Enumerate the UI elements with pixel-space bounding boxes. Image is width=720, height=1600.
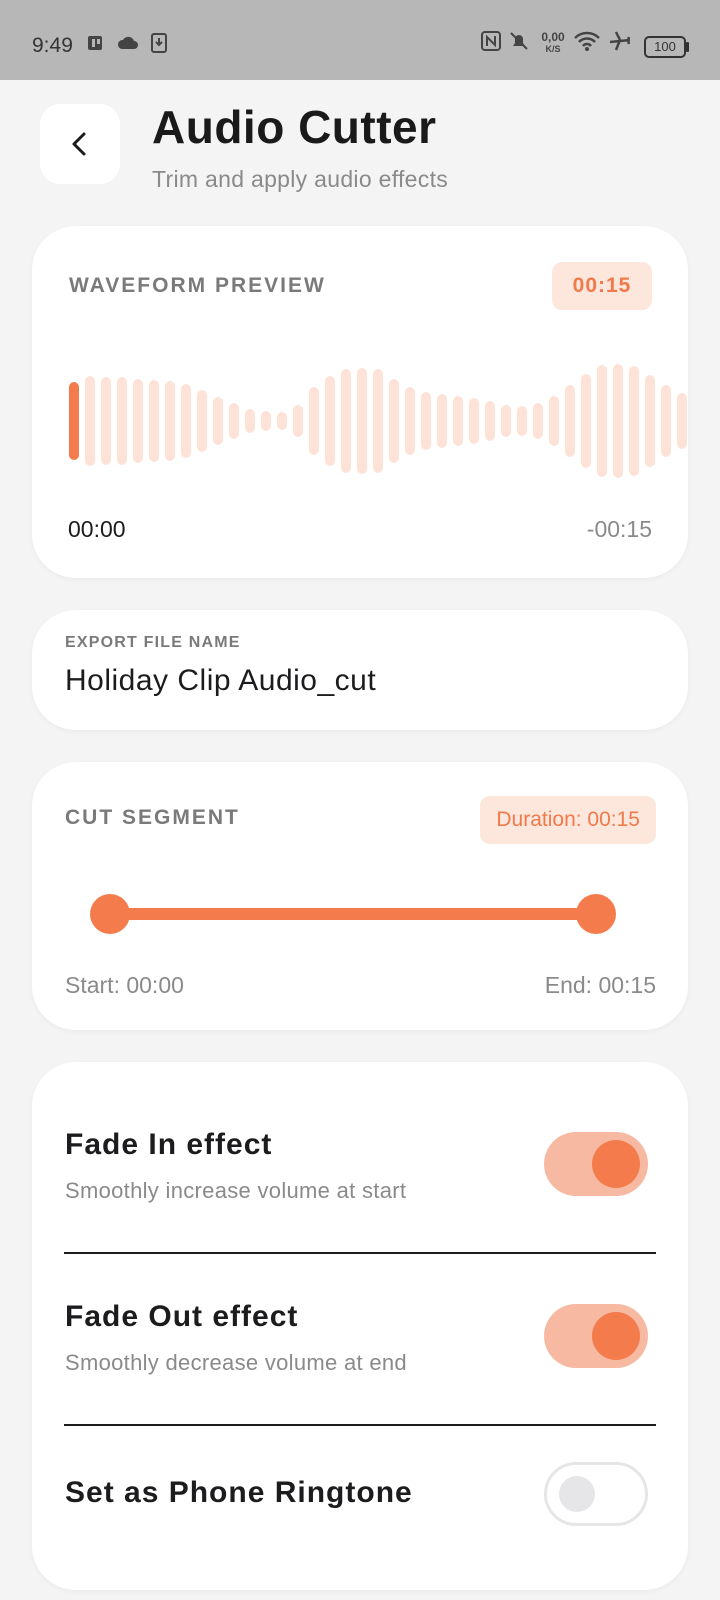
network-speed-value: 0,00 xyxy=(541,30,565,44)
ringtone-toggle[interactable] xyxy=(544,1462,648,1526)
battery-indicator: 100 xyxy=(644,36,686,58)
cut-segment-label: CUT SEGMENT xyxy=(65,806,240,829)
page-subtitle: Trim and apply audio effects xyxy=(152,166,449,192)
nfc-icon xyxy=(481,31,501,51)
waveform-bar xyxy=(405,387,415,455)
waveform-bar xyxy=(629,366,639,476)
fade-out-toggle[interactable] xyxy=(544,1304,648,1368)
back-button[interactable] xyxy=(40,104,120,184)
waveform-bar xyxy=(293,405,303,437)
effects-card: Fade In effect Smoothly increase volume … xyxy=(32,1062,688,1590)
waveform-bar xyxy=(469,398,479,444)
waveform-bar xyxy=(389,379,399,463)
waveform-bar xyxy=(261,411,271,431)
fade-out-title: Fade Out effect xyxy=(65,1300,299,1333)
wifi-icon xyxy=(574,31,600,51)
waveform-card: WAVEFORM PREVIEW 00:15 00:00 -00:15 xyxy=(32,226,688,578)
waveform-bar xyxy=(533,403,543,439)
battery-level: 100 xyxy=(654,39,676,54)
waveform-bar xyxy=(453,396,463,446)
toggle-knob xyxy=(592,1312,640,1360)
waveform-bar xyxy=(645,375,655,467)
waveform-bar xyxy=(309,387,319,455)
battery-tip xyxy=(686,42,689,52)
network-speed: 0,00 K/S xyxy=(538,31,568,55)
waveform-bar xyxy=(677,393,687,449)
waveform-bar xyxy=(613,364,623,478)
waveform-bar xyxy=(165,381,175,461)
page-title: Audio Cutter xyxy=(152,101,437,153)
fade-in-title: Fade In effect xyxy=(65,1128,273,1161)
waveform-bar xyxy=(133,379,143,463)
time-badge: 00:15 xyxy=(552,262,652,310)
cut-segment-card: CUT SEGMENT Duration: 00:15 Start: 00:00… xyxy=(32,762,688,1030)
waveform-start-time: 00:00 xyxy=(68,516,126,542)
header: Audio Cutter Trim and apply audio effect… xyxy=(0,80,720,220)
range-end-handle[interactable] xyxy=(576,894,616,934)
status-bar: 9:49 0,00 K/S 100 xyxy=(0,0,720,80)
waveform-label: WAVEFORM PREVIEW xyxy=(69,274,326,297)
cut-start-label: Start: 00:00 xyxy=(65,972,184,998)
export-file-name-field[interactable]: EXPORT FILE NAME Holiday Clip Audio_cut xyxy=(32,610,688,730)
cut-end-label: End: 00:15 xyxy=(544,972,656,998)
waveform-bar xyxy=(101,377,111,465)
toggle-knob xyxy=(592,1140,640,1188)
range-slider-track[interactable] xyxy=(110,908,596,920)
download-icon xyxy=(151,33,167,53)
waveform-bar xyxy=(325,376,335,466)
waveform-bar xyxy=(501,405,511,437)
waveform-bar xyxy=(213,397,223,445)
airplane-mode-icon xyxy=(609,31,631,51)
waveform-remaining-time: -00:15 xyxy=(586,516,652,542)
waveform-bar xyxy=(149,380,159,462)
network-speed-unit: K/S xyxy=(545,44,561,54)
waveform-bar xyxy=(357,368,367,474)
waveform-bar xyxy=(373,369,383,473)
waveform-visual[interactable] xyxy=(32,346,688,496)
playhead-bar xyxy=(69,382,79,460)
mute-icon xyxy=(510,32,528,50)
divider xyxy=(64,1424,656,1426)
waveform-bar xyxy=(85,376,95,466)
waveform-bar xyxy=(565,385,575,457)
waveform-bar xyxy=(421,392,431,450)
toggle-knob xyxy=(559,1476,595,1512)
divider xyxy=(64,1252,656,1254)
waveform-bar xyxy=(181,384,191,458)
export-file-name-label: EXPORT FILE NAME xyxy=(65,634,241,651)
waveform-bar xyxy=(229,403,239,439)
status-time: 9:49 xyxy=(32,34,73,57)
waveform-bar xyxy=(117,377,127,465)
notification-app-icon xyxy=(88,36,102,50)
waveform-bar xyxy=(597,365,607,477)
fade-out-description: Smoothly decrease volume at end xyxy=(65,1350,407,1375)
waveform-bar xyxy=(341,369,351,473)
range-start-handle[interactable] xyxy=(90,894,130,934)
chevron-left-icon xyxy=(72,132,86,156)
fade-in-toggle[interactable] xyxy=(544,1132,648,1196)
ringtone-title: Set as Phone Ringtone xyxy=(65,1476,413,1509)
export-file-name-value[interactable]: Holiday Clip Audio_cut xyxy=(65,664,376,698)
waveform-bar xyxy=(581,374,591,468)
waveform-bar xyxy=(517,406,527,436)
cloud-icon xyxy=(117,36,138,49)
waveform-bar xyxy=(485,401,495,441)
waveform-bar xyxy=(661,385,671,457)
waveform-bar xyxy=(549,396,559,446)
duration-badge: Duration: 00:15 xyxy=(480,796,656,844)
fade-in-description: Smoothly increase volume at start xyxy=(65,1178,407,1203)
waveform-bar xyxy=(245,409,255,433)
waveform-bar xyxy=(437,394,447,448)
waveform-bar xyxy=(197,390,207,452)
waveform-bar xyxy=(277,412,287,430)
